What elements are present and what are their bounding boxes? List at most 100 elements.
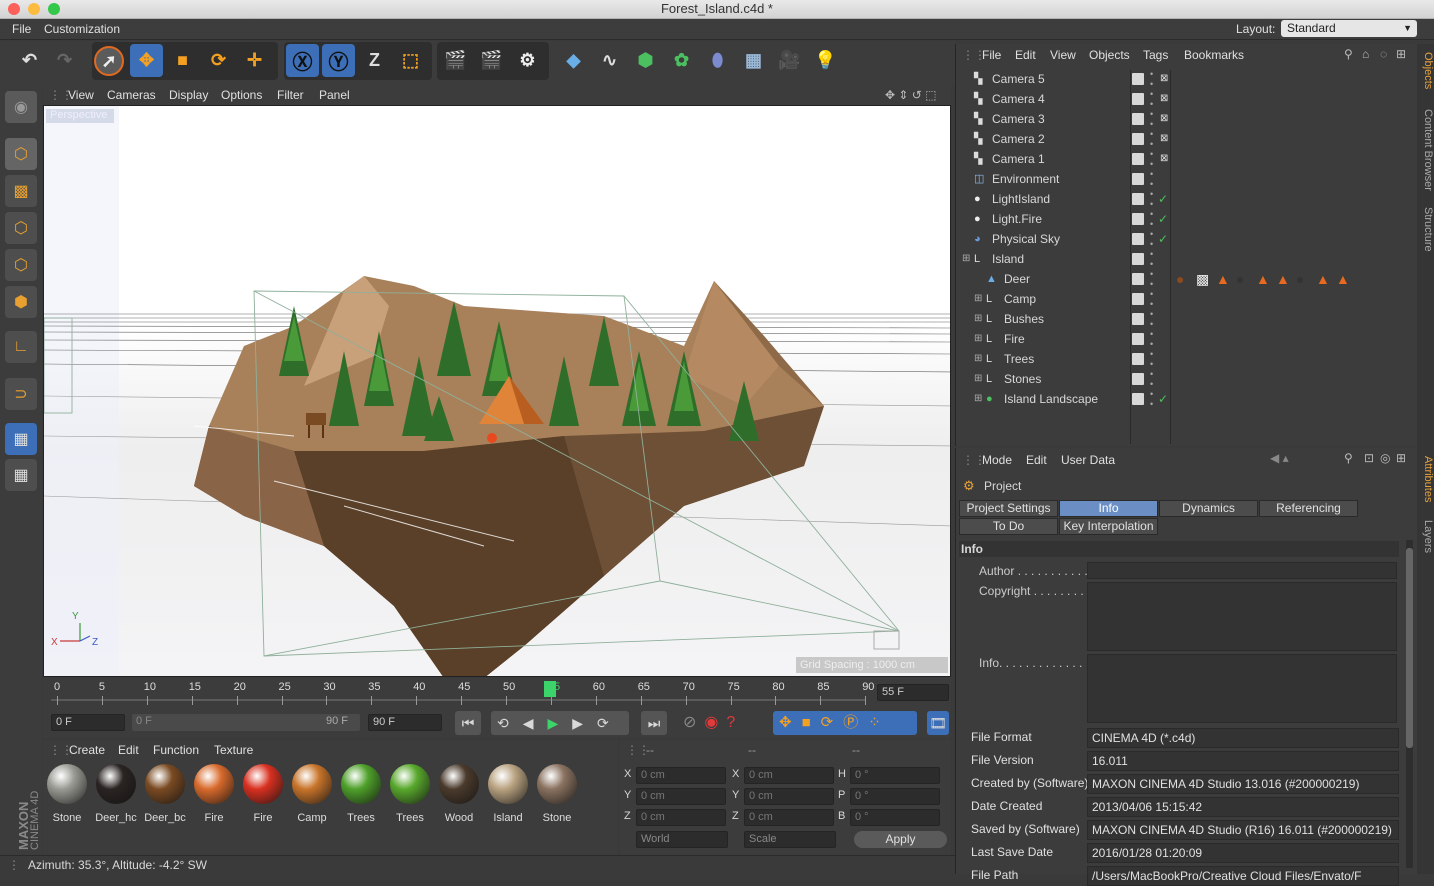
menu-file[interactable]: File	[12, 22, 31, 36]
viewport-menu-display[interactable]: Display	[169, 88, 208, 102]
x-axis-lock-button[interactable]: Ⓧ	[286, 44, 319, 77]
undo-button[interactable]: ↶	[13, 44, 46, 77]
side-tab-structure[interactable]: Structure	[1417, 202, 1434, 257]
coord-value-field[interactable]: 0 cm	[636, 767, 726, 784]
object-row[interactable]: ▚ Camera 3 • • ⊠	[962, 109, 1412, 129]
transform-tool-button[interactable]: ✛	[238, 44, 271, 77]
object-row[interactable]: ▲ Deer • • ● ▩ ▲ ● ▲ ▲ ● ▲ ▲	[962, 269, 1412, 289]
material-menu-function[interactable]: Function	[153, 743, 199, 757]
visibility-dots-icon[interactable]: • •	[1150, 189, 1153, 209]
layer-color-icon[interactable]	[1132, 293, 1144, 305]
camera-target-tag-icon[interactable]: ⊠	[1160, 69, 1168, 89]
deformer-button[interactable]: ⬮	[701, 44, 734, 77]
visibility-dots-icon[interactable]: • •	[1150, 309, 1153, 329]
object-row[interactable]: ● LightIsland • • ✓	[962, 189, 1412, 209]
axis-mode-button[interactable]: ∟	[5, 331, 37, 363]
material-swatch[interactable]: Island	[486, 764, 530, 824]
go-to-start-button[interactable]: ⏮	[455, 711, 481, 735]
points-mode-button[interactable]: ⬡	[5, 212, 37, 244]
visibility-dots-icon[interactable]: • •	[1150, 249, 1153, 269]
world-select[interactable]: World	[636, 831, 728, 848]
make-editable-button[interactable]: ◉	[5, 91, 37, 123]
menu-customization[interactable]: Customization	[44, 22, 120, 36]
rotate-tool-button[interactable]: ⟳	[202, 44, 235, 77]
layer-color-icon[interactable]	[1132, 373, 1144, 385]
object-menu-view[interactable]: View	[1050, 48, 1076, 62]
object-row[interactable]: ▚ Camera 4 • • ⊠	[962, 89, 1412, 109]
visibility-dots-icon[interactable]: • •	[1150, 329, 1153, 349]
material-swatch[interactable]: Trees	[388, 764, 432, 824]
search-icon[interactable]: ⚲	[1344, 47, 1353, 61]
material-swatch[interactable]: Trees	[339, 764, 383, 824]
floor-button[interactable]: ▦	[737, 44, 770, 77]
coord-value-field[interactable]: 0 °	[850, 767, 940, 784]
layer-color-icon[interactable]	[1132, 273, 1144, 285]
coord-value-field[interactable]: 0 °	[850, 788, 940, 805]
visibility-dots-icon[interactable]: • •	[1150, 209, 1153, 229]
visibility-dots-icon[interactable]: • •	[1150, 69, 1153, 89]
scale-select[interactable]: Scale	[744, 831, 836, 848]
material-tag-icon[interactable]: ▲	[1276, 269, 1290, 289]
current-frame-field[interactable]: 55 F	[877, 684, 949, 701]
material-tag-icon[interactable]: ▲	[1216, 269, 1230, 289]
material-tag-icon[interactable]: ●	[1236, 269, 1244, 289]
side-tab-layers[interactable]: Layers	[1417, 516, 1434, 558]
layer-color-icon[interactable]	[1132, 173, 1144, 185]
material-tag-icon[interactable]: ▲	[1256, 269, 1270, 289]
snapping-button[interactable]: ⊃	[5, 378, 37, 410]
back-arrow-icon[interactable]: ◀ ▴	[1270, 451, 1289, 465]
object-row[interactable]: ⊞ L Bushes • •	[962, 309, 1412, 329]
enabled-check-icon[interactable]: ✓	[1158, 189, 1168, 209]
object-row[interactable]: ● Light.Fire • • ✓	[962, 209, 1412, 229]
layer-color-icon[interactable]	[1132, 233, 1144, 245]
close-window-button[interactable]	[8, 3, 20, 15]
end-frame-field[interactable]: 90 F	[368, 714, 442, 731]
object-row[interactable]: ⊞ L Fire • •	[962, 329, 1412, 349]
coord-value-field[interactable]: 0 cm	[744, 809, 834, 826]
side-tab-content-browser[interactable]: Content Browser	[1417, 102, 1434, 197]
target-icon[interactable]: ◎	[1380, 451, 1390, 465]
select-tool-button[interactable]: ➚	[94, 46, 124, 76]
visibility-dots-icon[interactable]: • •	[1150, 369, 1153, 389]
info-field[interactable]	[1087, 654, 1397, 723]
object-row[interactable]: ◕ Physical Sky • • ✓	[962, 229, 1412, 249]
material-menu-texture[interactable]: Texture	[214, 743, 253, 757]
cloner-button[interactable]: ✿	[665, 44, 698, 77]
layer-color-icon[interactable]	[1132, 193, 1144, 205]
material-swatch[interactable]: Deer_hc	[94, 764, 138, 824]
spline-pen-button[interactable]: ∿	[593, 44, 626, 77]
coord-value-field[interactable]: 0 cm	[744, 788, 834, 805]
layer-color-icon[interactable]	[1132, 313, 1144, 325]
material-swatch[interactable]: Stone	[535, 764, 579, 824]
enabled-check-icon[interactable]: ✓	[1158, 229, 1168, 249]
visibility-dots-icon[interactable]: • •	[1150, 269, 1153, 289]
move-tool-button[interactable]: ✥	[130, 44, 163, 77]
layer-color-icon[interactable]	[1132, 393, 1144, 405]
tab-dynamics[interactable]: Dynamics	[1159, 500, 1258, 517]
coord-value-field[interactable]: 0 cm	[744, 767, 834, 784]
material-tag-icon[interactable]: ▩	[1196, 269, 1209, 289]
minimize-window-button[interactable]	[28, 3, 40, 15]
visibility-dots-icon[interactable]: • •	[1150, 89, 1153, 109]
playback-controls[interactable]: ⟲◀▶▶⟳	[491, 711, 629, 735]
expand-toggle-icon[interactable]: ⊞	[974, 329, 982, 349]
viewport-nav-icons[interactable]: ✥ ⇕ ↺ ⬚	[885, 88, 937, 102]
scale-tool-button[interactable]: ■	[166, 44, 199, 77]
layer-color-icon[interactable]	[1132, 213, 1144, 225]
layer-color-icon[interactable]	[1132, 353, 1144, 365]
tab-key-interpolation[interactable]: Key Interpolation	[1059, 518, 1158, 535]
visibility-dots-icon[interactable]: • •	[1150, 349, 1153, 369]
object-row[interactable]: ▚ Camera 1 • • ⊠	[962, 149, 1412, 169]
viewport-menu-panel[interactable]: Panel	[319, 88, 350, 102]
3d-viewport[interactable]: Perspective Y X Z Grid Spacing : 1000 cm	[43, 105, 951, 677]
timeline-window-button[interactable]: 🎞	[927, 711, 949, 735]
visibility-dots-icon[interactable]: • •	[1150, 129, 1153, 149]
object-menu-file[interactable]: File	[982, 48, 1001, 62]
camera-button[interactable]: 🎥	[773, 44, 806, 77]
viewport-menu-filter[interactable]: Filter	[277, 88, 304, 102]
material-tag-icon[interactable]: ●	[1176, 269, 1184, 289]
material-swatch[interactable]: Stone	[45, 764, 89, 824]
attribute-menu-edit[interactable]: Edit	[1026, 453, 1047, 467]
start-frame-field[interactable]: 0 F	[51, 714, 125, 731]
layer-color-icon[interactable]	[1132, 153, 1144, 165]
